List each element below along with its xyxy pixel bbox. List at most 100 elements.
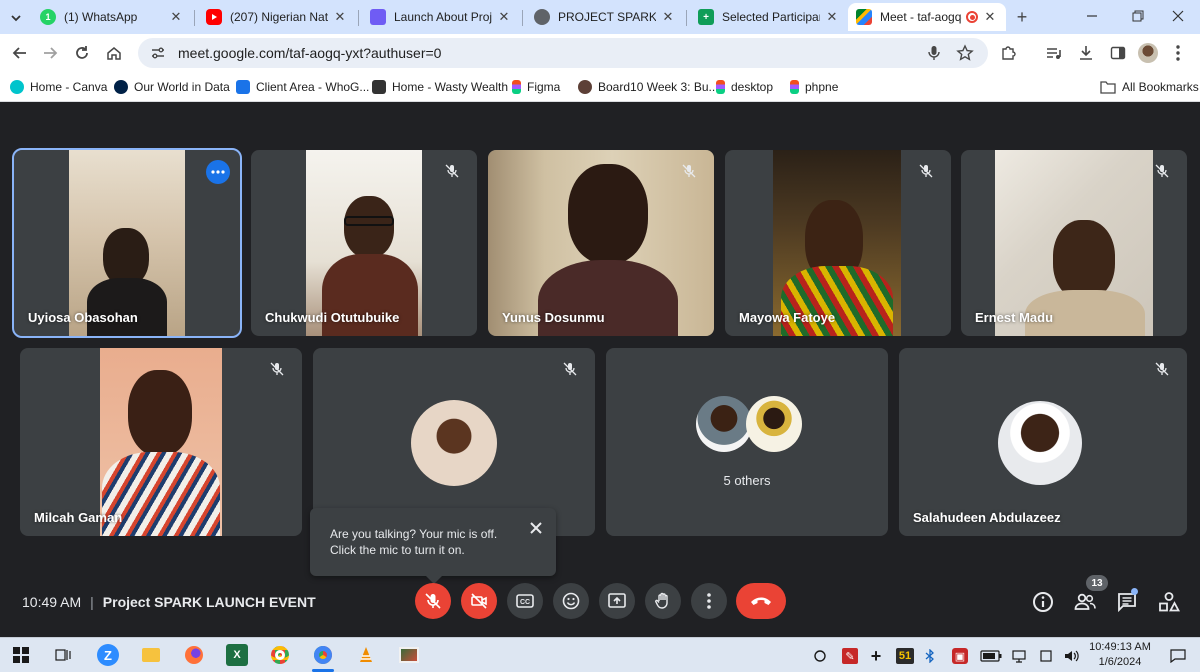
firefox-app[interactable]: [183, 644, 205, 666]
side-panel-button[interactable]: [1108, 43, 1128, 63]
hand-icon: [655, 592, 668, 609]
bookmark-client-area[interactable]: Client Area - WhoG...: [236, 78, 369, 96]
leave-call-button[interactable]: [736, 583, 786, 619]
bookmark-phpne[interactable]: phpne: [790, 78, 838, 96]
bookmark-board10[interactable]: Board10 Week 3: Bu...: [578, 78, 719, 96]
microphone-toggle-button[interactable]: [415, 583, 451, 619]
tab-launch-about-project[interactable]: Launch About Project ✕: [362, 3, 520, 31]
microphone-icon[interactable]: [926, 45, 942, 61]
tray-icon[interactable]: +: [868, 646, 884, 666]
more-vert-icon: [1176, 45, 1180, 61]
address-bar[interactable]: meet.google.com/taf-aogq-yxt?authuser=0: [138, 38, 988, 68]
participant-video: [100, 348, 222, 536]
meeting-details-button[interactable]: [1031, 590, 1055, 614]
mic-off-icon: [266, 358, 288, 380]
people-button[interactable]: [1073, 590, 1097, 614]
downloads-button[interactable]: [1076, 43, 1096, 63]
media-control-button[interactable]: [1044, 43, 1064, 63]
tab-selected-participants[interactable]: + Selected Participants ✕: [690, 3, 848, 31]
windows-logo-icon: [13, 647, 29, 663]
restore-button[interactable]: [1116, 4, 1160, 28]
network-icon[interactable]: [1012, 648, 1028, 664]
extensions-button[interactable]: [998, 43, 1018, 63]
toast-close-button[interactable]: [526, 518, 546, 538]
participant-tile[interactable]: Ernest Madu: [961, 150, 1187, 336]
close-icon[interactable]: ✕: [982, 9, 998, 25]
tab-strip: 1 (1) WhatsApp ✕ (207) Nigerian Nation ✕…: [0, 0, 1200, 34]
raise-hand-button[interactable]: [645, 583, 681, 619]
all-bookmarks[interactable]: All Bookmarks: [1100, 78, 1199, 96]
reload-button[interactable]: [72, 43, 92, 63]
participant-tile[interactable]: Chukwudi Otutubuike: [251, 150, 477, 336]
activities-button[interactable]: [1157, 590, 1181, 614]
present-button[interactable]: [599, 583, 635, 619]
new-tab-button[interactable]: +: [1010, 5, 1034, 29]
bluetooth-icon[interactable]: [922, 648, 938, 664]
chrome-app-1[interactable]: [269, 644, 291, 666]
volume-icon[interactable]: [1064, 648, 1080, 664]
camera-toggle-button[interactable]: [461, 583, 497, 619]
captions-button[interactable]: CC: [507, 583, 543, 619]
participant-video: [995, 150, 1153, 336]
home-button[interactable]: [104, 43, 124, 63]
close-icon[interactable]: ✕: [824, 9, 840, 25]
more-options-button[interactable]: [206, 160, 230, 184]
bookmark-canva[interactable]: Home - Canva: [10, 78, 107, 96]
tab-project-spark[interactable]: PROJECT SPARK LAU ✕: [526, 3, 684, 31]
zoom-app[interactable]: Z: [97, 644, 119, 666]
excel-app[interactable]: X: [226, 644, 248, 666]
participant-tile[interactable]: Salahudeen Abdulazeez: [899, 348, 1187, 536]
participant-tile[interactable]: Yunus Dosunmu: [488, 150, 714, 336]
figma-icon: [716, 80, 725, 94]
window-close-button[interactable]: [1156, 4, 1200, 28]
bookmark-desktop[interactable]: desktop: [716, 78, 773, 96]
mic-off-icon: [678, 160, 700, 182]
system-clock[interactable]: 10:49:13 AM 1/6/2024: [1088, 640, 1152, 670]
bookmark-star-icon[interactable]: [956, 44, 974, 62]
chrome-app-2[interactable]: [312, 644, 334, 666]
task-view-button[interactable]: [52, 644, 74, 666]
avatar: [411, 400, 497, 486]
tab-youtube[interactable]: (207) Nigerian Nation ✕: [198, 3, 356, 31]
close-icon[interactable]: ✕: [332, 9, 348, 25]
chat-notification-dot: [1131, 588, 1138, 595]
chrome-icon: [271, 646, 289, 664]
start-button[interactable]: [10, 644, 32, 666]
tray-icon[interactable]: ✎: [842, 648, 858, 664]
close-icon: [1172, 10, 1184, 22]
bookmark-wasty-wealth[interactable]: Home - Wasty Wealth: [372, 78, 508, 96]
close-icon[interactable]: ✕: [496, 9, 512, 25]
tray-badge[interactable]: 51: [896, 648, 914, 664]
tab-meet[interactable]: Meet - taf-aogq- ✕: [848, 3, 1006, 31]
close-icon[interactable]: ✕: [660, 9, 676, 25]
others-tile[interactable]: 5 others: [606, 348, 888, 536]
browser-menu-button[interactable]: [1168, 43, 1188, 63]
notifications-icon[interactable]: [1170, 648, 1186, 664]
forward-button[interactable]: [40, 43, 60, 63]
back-button[interactable]: [10, 43, 30, 63]
participant-tile[interactable]: Uyiosa Obasohan: [12, 148, 242, 338]
minimize-button[interactable]: [1070, 4, 1114, 28]
folder-icon: [1100, 81, 1116, 94]
tray-icon[interactable]: [812, 648, 828, 664]
photos-app[interactable]: [398, 644, 420, 666]
close-icon[interactable]: ✕: [168, 9, 184, 25]
url-text: meet.google.com/taf-aogq-yxt?authuser=0: [178, 45, 442, 61]
bookmark-our-world-in-data[interactable]: Our World in Data: [114, 78, 230, 96]
participant-tile[interactable]: Milcah Gaman: [20, 348, 302, 536]
vlc-app[interactable]: [355, 644, 377, 666]
site-info-icon[interactable]: [150, 45, 166, 61]
tab-whatsapp[interactable]: 1 (1) WhatsApp ✕: [32, 3, 192, 31]
tray-icon[interactable]: ▣: [952, 648, 968, 664]
profile-button[interactable]: [1138, 43, 1158, 63]
activities-icon: [1159, 592, 1180, 612]
bookmark-figma[interactable]: Figma: [512, 78, 560, 96]
participant-name: Uyiosa Obasohan: [28, 310, 138, 325]
tab-search-button[interactable]: [6, 8, 26, 28]
more-options-button[interactable]: [691, 583, 727, 619]
battery-icon[interactable]: [980, 648, 1002, 664]
file-explorer-app[interactable]: [140, 644, 162, 666]
reactions-button[interactable]: [553, 583, 589, 619]
tray-icon[interactable]: [1038, 648, 1054, 664]
participant-tile[interactable]: Mayowa Fatoye: [725, 150, 951, 336]
